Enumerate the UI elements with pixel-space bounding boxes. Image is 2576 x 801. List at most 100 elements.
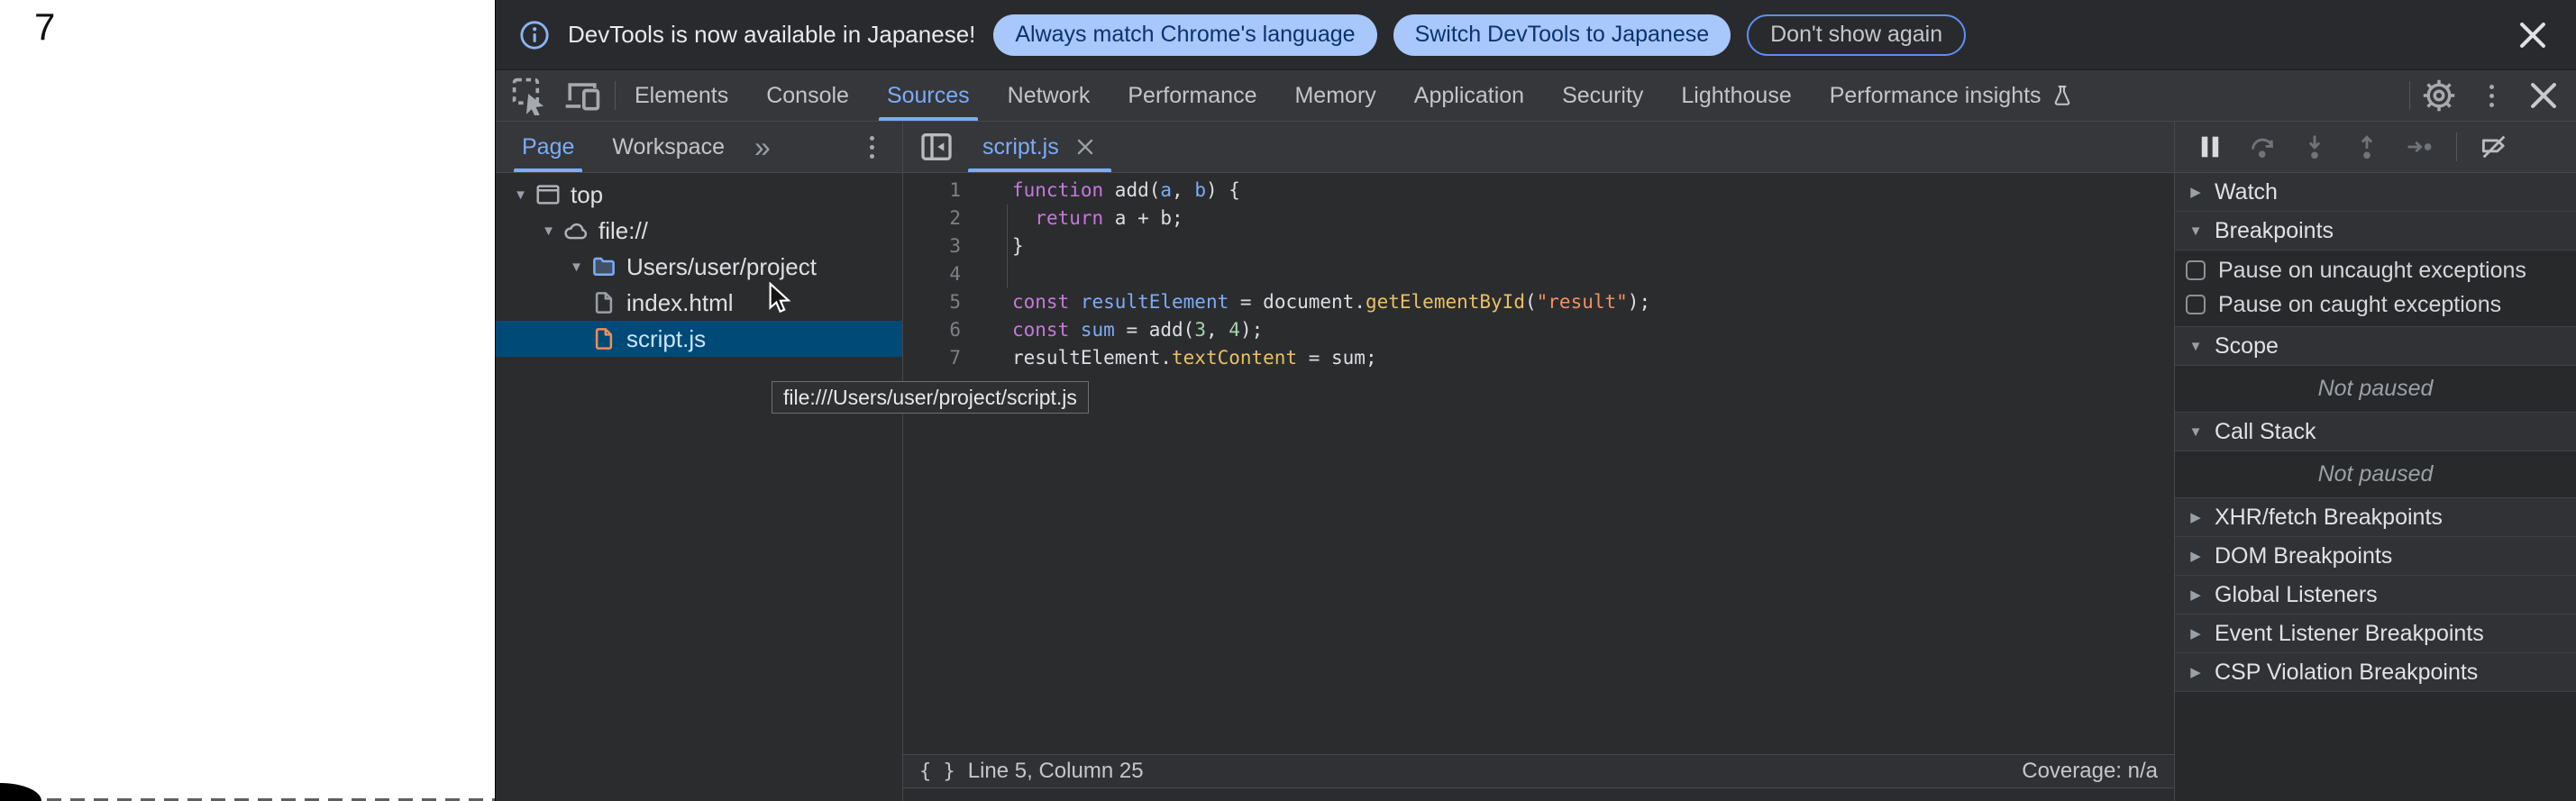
section-call-stack[interactable]: ▼Call Stack xyxy=(2175,413,2576,451)
toggle-navigator-icon[interactable] xyxy=(916,129,957,165)
file-icon xyxy=(590,325,617,352)
tab-close-icon[interactable] xyxy=(1073,135,1097,159)
step-into-icon[interactable] xyxy=(2299,132,2330,162)
section-label: Scope xyxy=(2215,333,2279,360)
section-label: Watch xyxy=(2215,179,2278,205)
code-line-4[interactable]: 4 xyxy=(903,260,2174,288)
debugger-panel: ▶ Watch ▼BreakpointsPause on uncaught exce… xyxy=(2174,122,2576,801)
step-out-icon[interactable] xyxy=(2352,132,2382,162)
expander-down-icon: ▼ xyxy=(2182,424,2209,440)
editor-tab-script-js[interactable]: script.js xyxy=(964,122,1115,172)
sources-panel: PageWorkspace » ▼top▼file://▼Users/user/… xyxy=(496,122,2576,801)
dock-corner-shape xyxy=(0,783,41,801)
expander-down-icon[interactable]: ▼ xyxy=(507,187,534,203)
main-toolbar: Elements Console SourcesNetwork Performance… xyxy=(496,70,2576,122)
tab-sources[interactable]: Sources xyxy=(868,70,989,121)
dont-show-again-button[interactable]: Don't show again xyxy=(1747,14,1966,56)
navigator-tab-workspace[interactable]: Workspace xyxy=(593,122,744,172)
gear-icon[interactable] xyxy=(2416,76,2462,115)
infobar-close-icon[interactable] xyxy=(2513,15,2553,55)
line-number[interactable]: 7 xyxy=(903,344,961,372)
expander-down-icon: ▼ xyxy=(2182,339,2209,354)
tab-lighthouse[interactable]: Lighthouse xyxy=(1662,70,1810,121)
always-match-language-button[interactable]: Always match Chrome's language xyxy=(993,14,1376,56)
checkbox[interactable] xyxy=(2186,295,2206,314)
tree-item-index-html[interactable]: index.html xyxy=(496,285,902,321)
step-over-icon[interactable] xyxy=(2247,132,2278,162)
infobar-message: DevTools is now available in Japanese! xyxy=(568,21,975,49)
code-text: function add(a, b) { xyxy=(961,177,1240,205)
info-icon xyxy=(519,20,550,50)
line-number[interactable]: 5 xyxy=(903,288,961,316)
expander-down-icon[interactable]: ▼ xyxy=(534,223,562,239)
section-scope[interactable]: ▼ Scope xyxy=(2175,327,2576,366)
inspect-icon[interactable] xyxy=(510,76,550,115)
tab-memory[interactable]: Memory xyxy=(1275,70,1394,121)
line-number[interactable]: 1 xyxy=(903,177,961,205)
expander-right-icon: ▶ xyxy=(2182,625,2209,642)
expander-right-icon: ▶ xyxy=(2182,184,2209,200)
tree-item-script-js[interactable]: script.js xyxy=(496,321,902,357)
code-editor[interactable]: 1function add(a, b) {2 return a + b;3}45… xyxy=(903,173,2174,754)
code-line-3[interactable]: 3} xyxy=(903,232,2174,260)
line-number[interactable]: 4 xyxy=(903,260,961,288)
code-text xyxy=(961,260,1012,288)
step-icon[interactable] xyxy=(2404,132,2434,162)
debugger-toolbar xyxy=(2175,122,2576,173)
deactivate-breakpoints-icon[interactable] xyxy=(2479,132,2509,162)
indent-guide xyxy=(1007,232,1008,260)
code-line-7[interactable]: 7resultElement.textContent = sum; xyxy=(903,344,2174,372)
tree-item-label: script.js xyxy=(626,325,706,353)
frame-icon xyxy=(534,181,562,208)
code-line-2[interactable]: 2 return a + b; xyxy=(903,205,2174,232)
main-toolbar-left xyxy=(496,70,615,121)
tab-network[interactable]: Network xyxy=(989,70,1110,121)
line-number[interactable]: 6 xyxy=(903,316,961,344)
tab-elements[interactable]: Elements xyxy=(616,70,747,121)
code-text: return a + b; xyxy=(961,205,1183,232)
code-line-6[interactable]: 6const sum = add(3, 4); xyxy=(903,316,2174,344)
more-tabs-icon[interactable]: » xyxy=(744,122,781,172)
switch-to-japanese-button[interactable]: Switch DevTools to Japanese xyxy=(1393,14,1731,56)
tab-application[interactable]: Application xyxy=(1395,70,1543,121)
tree-item-top[interactable]: ▼top xyxy=(496,177,902,213)
tree-item-label: index.html xyxy=(626,289,734,317)
section-event-listener-breakpoints[interactable]: ▶Event Listener Breakpoints xyxy=(2175,614,2576,653)
tab-label: Performance xyxy=(1128,83,1256,109)
section-breakpoints[interactable]: ▼Breakpoints xyxy=(2175,212,2576,250)
device-toolbar-icon[interactable] xyxy=(562,76,602,115)
navigator-tab-page[interactable]: Page xyxy=(503,122,593,172)
checkbox[interactable] xyxy=(2186,260,2206,280)
line-number[interactable]: 2 xyxy=(903,205,961,232)
folder-icon xyxy=(590,253,617,280)
tree-item-file[interactable]: ▼file:// xyxy=(496,213,902,249)
line-number[interactable]: 3 xyxy=(903,232,961,260)
checkbox-row-pause-on-caught-exceptions[interactable]: Pause on caught exceptions xyxy=(2175,287,2576,322)
section-csp-violation-breakpoints[interactable]: ▶CSP Violation Breakpoints xyxy=(2175,653,2576,692)
tab-label: Application xyxy=(1414,83,1524,109)
kebab-menu-icon[interactable] xyxy=(2468,76,2515,115)
tab-label: Console xyxy=(766,83,849,109)
devtools-close-icon[interactable] xyxy=(2520,76,2567,115)
section-label: Global Listeners xyxy=(2215,582,2378,608)
tab-security[interactable]: Security xyxy=(1543,70,1662,121)
pretty-print-icon[interactable]: { } xyxy=(919,760,955,783)
section-global-listeners[interactable]: ▶Global Listeners xyxy=(2175,576,2576,614)
tab-performance[interactable]: Performance xyxy=(1109,70,1275,121)
pause-icon[interactable] xyxy=(2195,132,2225,162)
inspected-page: 7 xyxy=(0,0,495,801)
tab-performance-insights[interactable]: Performance insights xyxy=(1811,70,2093,121)
tab-label: Memory xyxy=(1294,83,1375,109)
expander-right-icon: ▶ xyxy=(2182,509,2209,525)
navigator-kebab-menu-icon[interactable] xyxy=(854,129,890,165)
code-line-5[interactable]: 5const resultElement = document.getEleme… xyxy=(903,288,2174,316)
tree-item-users-user-project[interactable]: ▼Users/user/project xyxy=(496,249,902,285)
expander-down-icon[interactable]: ▼ xyxy=(562,259,590,275)
tab-console[interactable]: Console xyxy=(747,70,868,121)
section-xhr-fetch-breakpoints[interactable]: ▶XHR/fetch Breakpoints xyxy=(2175,498,2576,537)
checkbox-row-pause-on-uncaught-exceptions[interactable]: Pause on uncaught exceptions xyxy=(2175,253,2576,287)
section-watch[interactable]: ▶ Watch xyxy=(2175,173,2576,212)
code-line-1[interactable]: 1function add(a, b) { xyxy=(903,177,2174,205)
section-dom-breakpoints[interactable]: ▶DOM Breakpoints xyxy=(2175,537,2576,576)
file-tree: ▼top▼file://▼Users/user/project index.htm… xyxy=(496,173,902,801)
